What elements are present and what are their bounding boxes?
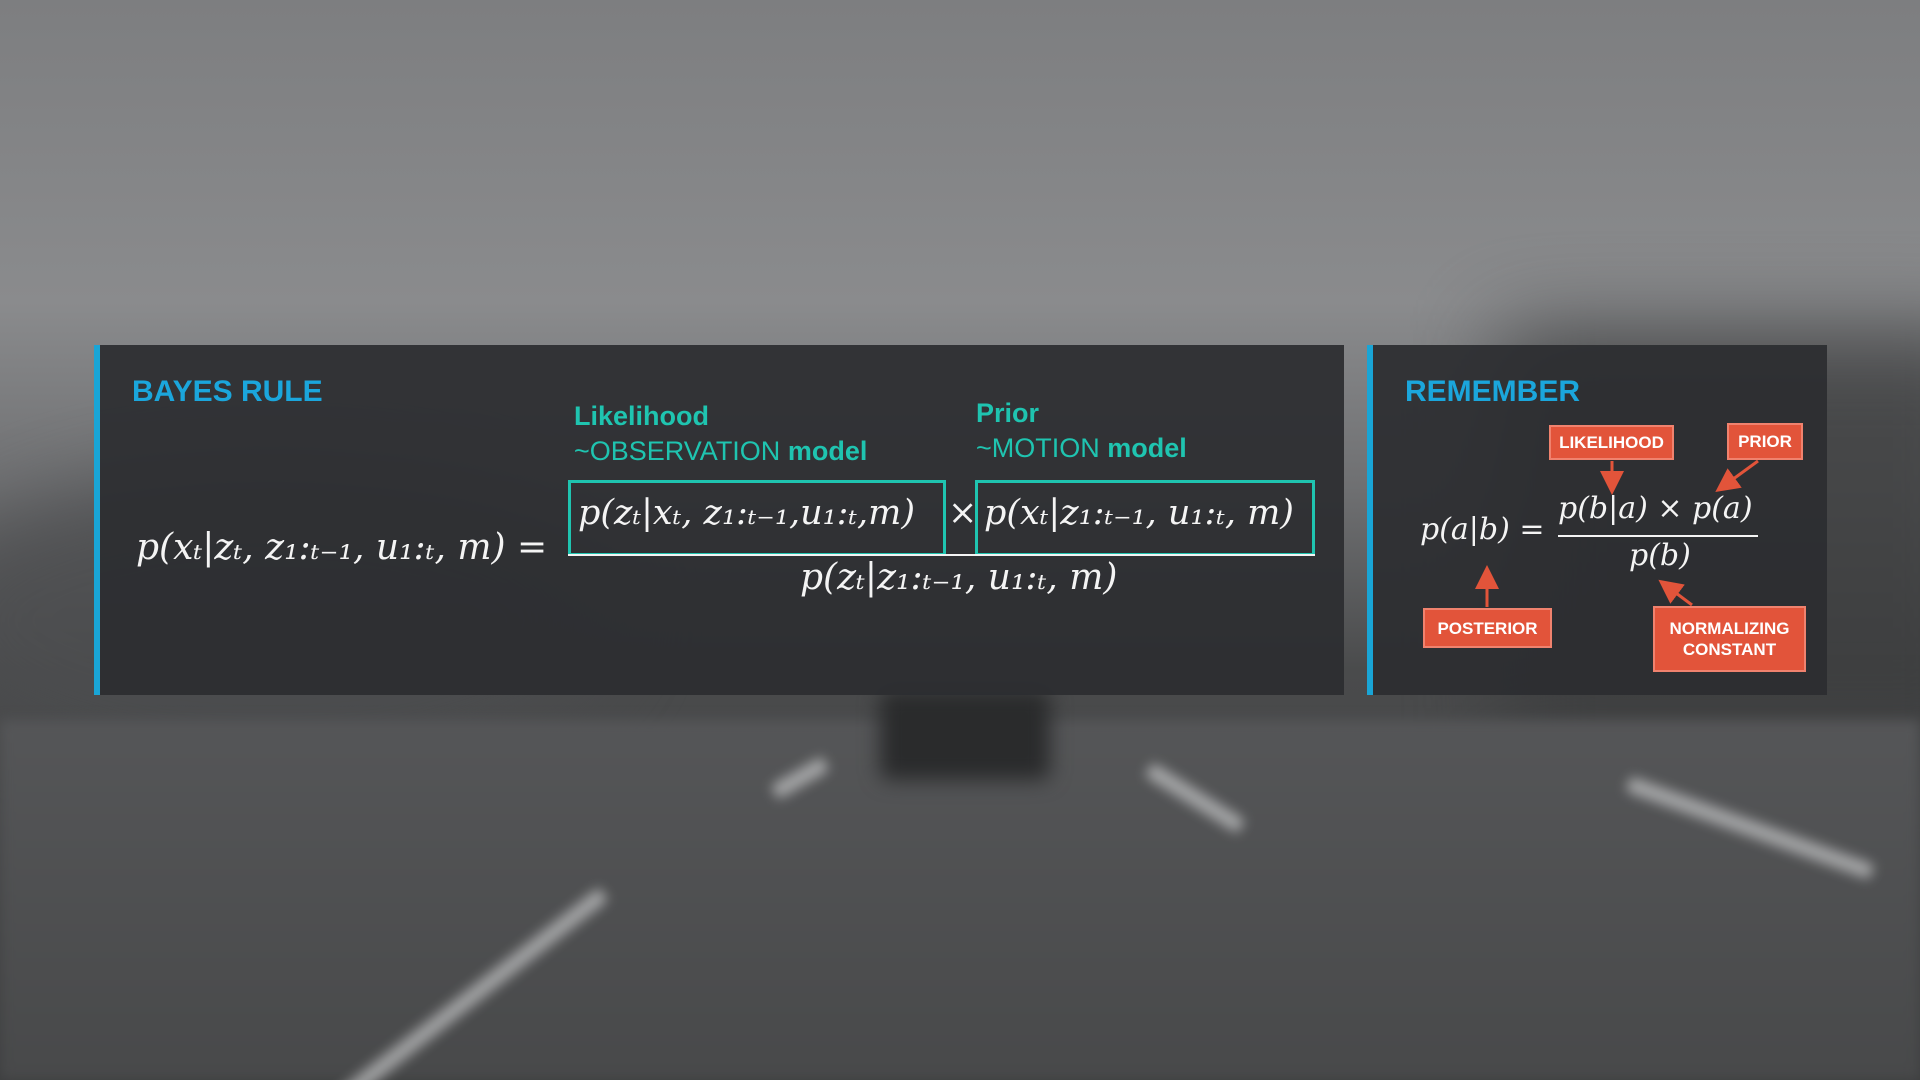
likelihood-model-suffix: model <box>787 436 868 466</box>
likelihood-label: Likelihood ~OBSERVATION model <box>574 399 867 469</box>
likelihood-subtitle: ~OBSERVATION model <box>574 434 867 469</box>
prior-label: Prior ~MOTION model <box>976 396 1187 466</box>
background-car <box>880 690 1050 780</box>
likelihood-model-prefix: ~OBSERVATION <box>574 436 781 466</box>
bayes-rule-panel: BAYES RULE Likelihood ~OBSERVATION model… <box>94 345 1344 695</box>
likelihood-term: p(zₜ|xₜ, z₁:ₜ₋₁,u₁:ₜ,m) <box>578 493 916 533</box>
times-sign: × <box>948 493 978 533</box>
prior-subtitle: ~MOTION model <box>976 431 1187 466</box>
remember-panel: REMEMBER LIKELIHOOD PRIOR p(a|b) = p(b|a… <box>1367 345 1827 695</box>
annotation-arrows <box>1475 459 1759 607</box>
denominator-term: p(zₜ|z₁:ₜ₋₁, u₁:ₜ, m) <box>800 557 1118 598</box>
prior-term: p(xₜ|z₁:ₜ₋₁, u₁:ₜ, m) <box>984 493 1294 533</box>
prior-model-prefix: ~MOTION <box>976 433 1100 463</box>
likelihood-title: Likelihood <box>574 401 709 431</box>
posterior-lhs: p(xₜ|zₜ, z₁:ₜ₋₁, u₁:ₜ, m) = <box>136 527 548 568</box>
prior-model-suffix: model <box>1107 433 1187 463</box>
prior-arrow <box>1715 459 1759 493</box>
bayes-rule-heading: BAYES RULE <box>132 375 323 408</box>
fraction-bar <box>568 554 1315 556</box>
normalizing-arrow <box>1658 579 1693 607</box>
prior-title: Prior <box>976 398 1040 428</box>
